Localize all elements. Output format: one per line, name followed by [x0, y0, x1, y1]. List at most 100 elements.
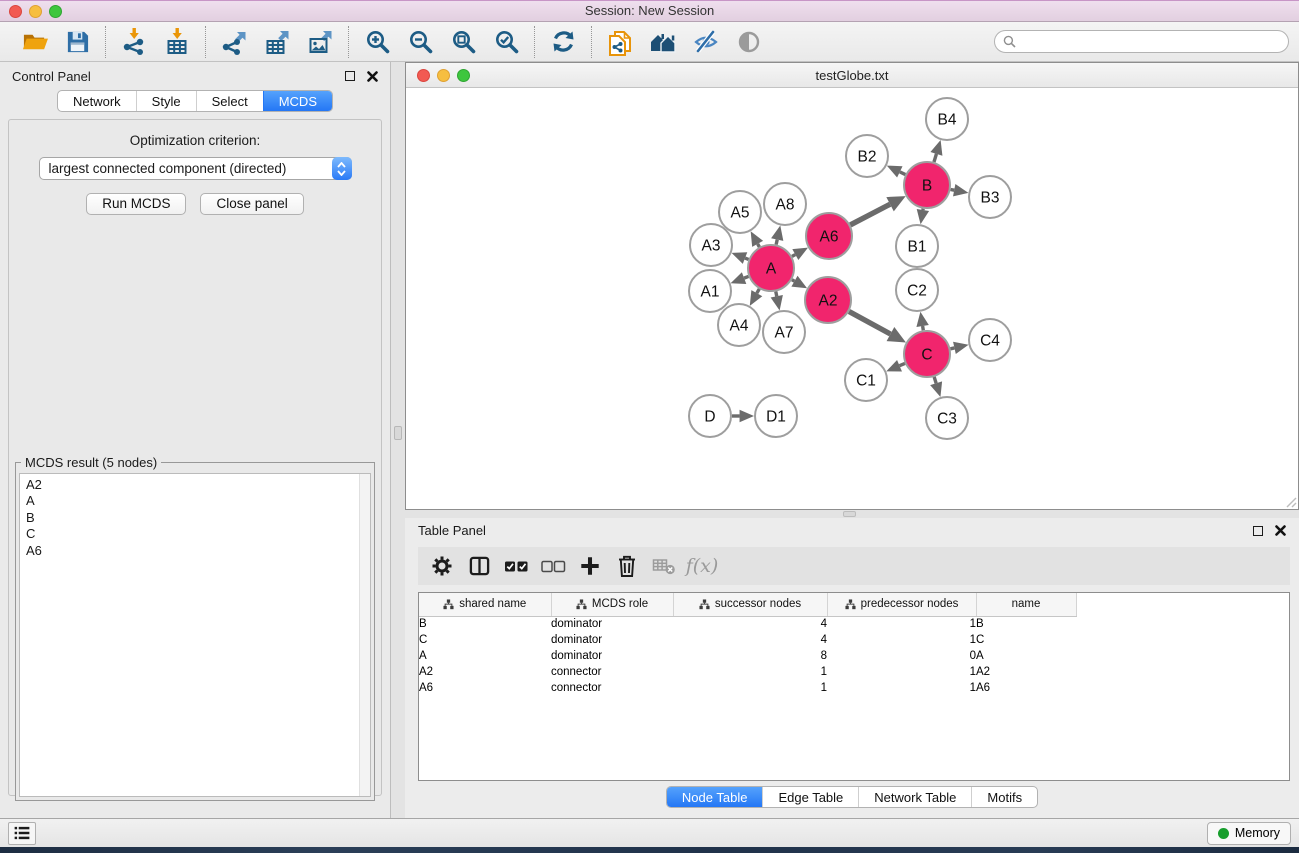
graph-node-A4[interactable]: A4 — [718, 304, 760, 346]
zoom-fit-button[interactable] — [446, 27, 480, 57]
tab-network-table[interactable]: Network Table — [858, 787, 971, 807]
graph-node-A6[interactable]: A6 — [806, 213, 852, 259]
graph-node-A2[interactable]: A2 — [805, 277, 851, 323]
graph-edge-C-C2[interactable] — [916, 312, 928, 331]
table-row[interactable]: A2connector11A2 — [419, 664, 1289, 680]
graph-node-A3[interactable]: A3 — [690, 224, 732, 266]
mcds-result-item[interactable]: B — [26, 510, 370, 526]
table-cell[interactable]: connector — [551, 680, 673, 696]
tab-node-table[interactable]: Node Table — [667, 787, 763, 807]
graph-edge-A-A8[interactable] — [771, 225, 783, 244]
table-cell[interactable]: dominator — [551, 632, 673, 648]
graph-node-C2[interactable]: C2 — [896, 269, 938, 311]
graph-node-B2[interactable]: B2 — [846, 135, 888, 177]
column-header-predecessor-nodes[interactable]: predecessor nodes — [827, 593, 976, 616]
mcds-result-item[interactable]: A2 — [26, 477, 370, 493]
table-cell[interactable]: A6 — [976, 680, 1076, 696]
graph-edge-A-A3[interactable] — [732, 252, 749, 264]
table-cell[interactable]: 1 — [827, 664, 976, 680]
import-network-button[interactable] — [117, 27, 151, 57]
export-image-button[interactable] — [303, 27, 337, 57]
first-neighbors-button[interactable] — [646, 27, 680, 57]
search-box[interactable] — [994, 30, 1289, 53]
table-cell[interactable]: 1 — [827, 632, 976, 648]
zoom-in-button[interactable] — [360, 27, 394, 57]
import-table-button[interactable] — [160, 27, 194, 57]
graph-edge-B-B2[interactable] — [887, 166, 906, 178]
table-cell[interactable]: dominator — [551, 648, 673, 664]
table-cell[interactable]: 1 — [673, 680, 827, 696]
column-header-successor-nodes[interactable]: successor nodes — [673, 593, 827, 616]
delete-table-button[interactable] — [649, 551, 679, 581]
export-network-button[interactable] — [217, 27, 251, 57]
close-panel-icon[interactable] — [1275, 525, 1286, 536]
deselect-all-button[interactable] — [538, 551, 568, 581]
table-cell[interactable]: A6 — [419, 680, 551, 696]
graph-edge-D-D1[interactable] — [732, 410, 754, 423]
zoom-out-button[interactable] — [403, 27, 437, 57]
table-cell[interactable]: A2 — [976, 664, 1076, 680]
close-panel-icon[interactable] — [367, 71, 378, 82]
network-minimize-button[interactable] — [437, 69, 450, 82]
table-cell[interactable]: B — [419, 616, 551, 632]
delete-column-button[interactable] — [612, 551, 642, 581]
graph-node-A8[interactable]: A8 — [764, 183, 806, 225]
scrollbar-track[interactable] — [359, 474, 370, 796]
tab-style[interactable]: Style — [136, 91, 196, 111]
horizontal-splitter[interactable] — [405, 510, 1299, 518]
mcds-result-item[interactable]: A6 — [26, 543, 370, 559]
graph-node-A5[interactable]: A5 — [719, 191, 761, 233]
criterion-dropdown[interactable]: largest connected component (directed) — [39, 157, 352, 180]
graph-edge-A-A7[interactable] — [771, 292, 783, 311]
tab-motifs[interactable]: Motifs — [971, 787, 1037, 807]
tab-mcds[interactable]: MCDS — [263, 91, 332, 111]
column-header-name[interactable]: name — [976, 593, 1076, 616]
vertical-splitter[interactable] — [392, 62, 405, 818]
table-cell[interactable]: C — [976, 632, 1076, 648]
mcds-result-item[interactable]: C — [26, 526, 370, 542]
search-input[interactable] — [1021, 35, 1280, 49]
table-cell[interactable]: 1 — [827, 616, 976, 632]
network-zoom-button[interactable] — [457, 69, 470, 82]
graph-node-D1[interactable]: D1 — [755, 395, 797, 437]
graph-edge-C-C4[interactable] — [950, 342, 968, 354]
graph-node-B1[interactable]: B1 — [896, 225, 938, 267]
graph-node-B[interactable]: B — [904, 162, 950, 208]
function-builder-button[interactable]: f(x) — [686, 551, 716, 581]
memory-button[interactable]: Memory — [1207, 822, 1291, 845]
graph-edge-B-B4[interactable] — [930, 140, 942, 162]
table-row[interactable]: Adominator80A — [419, 648, 1289, 664]
mcds-result-item[interactable]: A — [26, 493, 370, 509]
float-panel-icon[interactable] — [345, 71, 355, 81]
tab-network[interactable]: Network — [58, 91, 136, 111]
table-row[interactable]: Bdominator41B — [419, 616, 1289, 632]
minimize-window-button[interactable] — [29, 5, 42, 18]
graph-edge-A-A4[interactable] — [750, 289, 763, 306]
table-cell[interactable]: C — [419, 632, 551, 648]
refresh-layout-button[interactable] — [546, 27, 580, 57]
close-panel-button[interactable]: Close panel — [200, 193, 303, 215]
table-settings-button[interactable] — [427, 551, 457, 581]
save-session-button[interactable] — [60, 27, 94, 57]
zoom-window-button[interactable] — [49, 5, 62, 18]
export-table-button[interactable] — [260, 27, 294, 57]
graph-edge-C-C3[interactable] — [930, 377, 942, 397]
graph-edge-A-A2[interactable] — [791, 276, 807, 289]
graph-node-A[interactable]: A — [748, 245, 794, 291]
graph-edge-A-A5[interactable] — [751, 231, 763, 247]
network-close-button[interactable] — [417, 69, 430, 82]
resize-grip-icon[interactable] — [1284, 495, 1297, 508]
task-history-button[interactable] — [8, 822, 36, 845]
graph-edge-B-B3[interactable] — [951, 184, 969, 196]
hide-selected-button[interactable] — [689, 27, 723, 57]
graph-node-C[interactable]: C — [904, 331, 950, 377]
column-header-mcds-role[interactable]: MCDS role — [551, 593, 673, 616]
float-panel-icon[interactable] — [1253, 526, 1263, 536]
table-cell[interactable]: dominator — [551, 616, 673, 632]
graph-node-C1[interactable]: C1 — [845, 359, 887, 401]
tab-edge-table[interactable]: Edge Table — [762, 787, 858, 807]
graph-node-B4[interactable]: B4 — [926, 98, 968, 140]
network-canvas-svg[interactable]: B4B2BB3A8A5A6A3B1AC2A1A2A4A7C4CC1C3DD1 — [406, 88, 1298, 509]
table-cell[interactable]: 4 — [673, 632, 827, 648]
graph-edge-A-A1[interactable] — [731, 272, 749, 284]
